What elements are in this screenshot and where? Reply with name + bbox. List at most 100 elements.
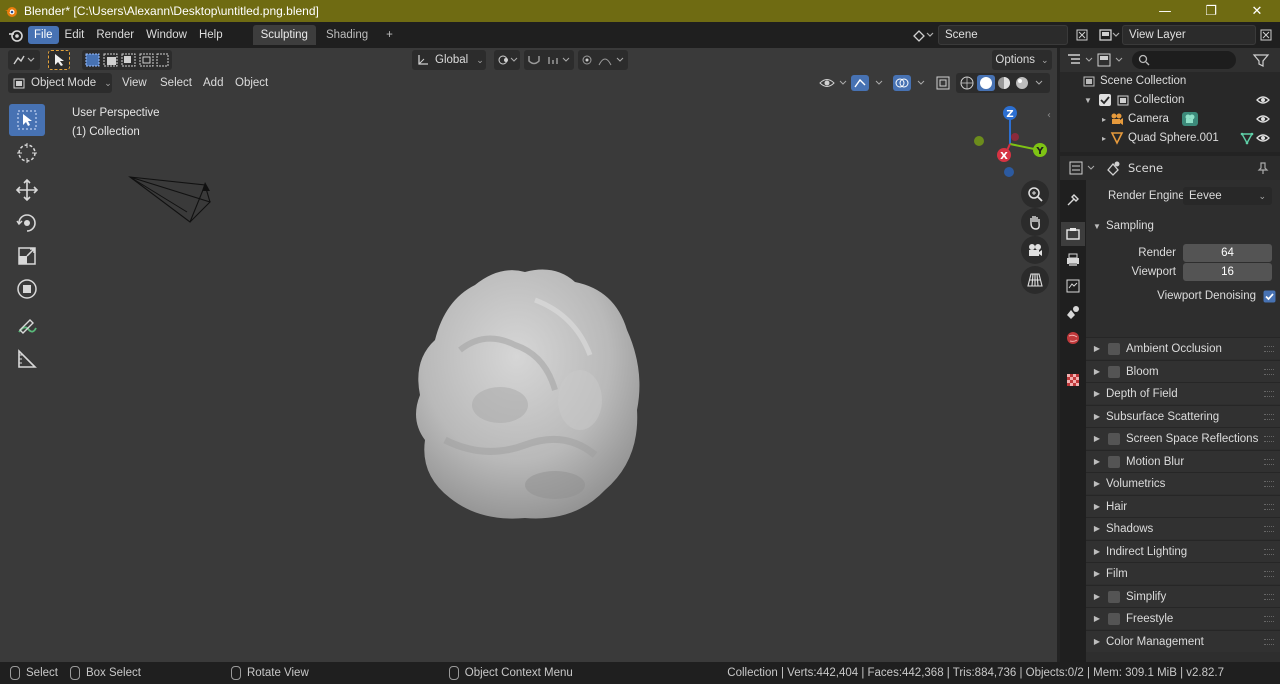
annotate-tool[interactable] <box>9 310 45 342</box>
scene-field[interactable]: Scene <box>938 25 1068 45</box>
measure-tool[interactable] <box>9 343 45 375</box>
close-button[interactable]: ✕ <box>1234 0 1280 22</box>
blender-menu-icon[interactable] <box>8 27 24 43</box>
menu-view[interactable]: View <box>116 75 153 91</box>
drag-grip-icon[interactable] <box>1264 594 1274 600</box>
3d-viewport[interactable]: Global ⌄ Options ⌄ Object Mode ⌄ View Se… <box>0 48 1057 662</box>
ortho-toggle-button[interactable] <box>1021 266 1049 294</box>
drag-grip-icon[interactable] <box>1264 414 1274 420</box>
panel-header[interactable]: ▶ Depth of Field <box>1086 382 1280 404</box>
object-mode-dropdown[interactable]: Object Mode ⌄ <box>8 73 112 93</box>
panel-header[interactable]: ▶ Volumetrics <box>1086 472 1280 494</box>
outliner-editor-type-icon[interactable] <box>1066 52 1096 68</box>
panel-header[interactable]: ▶ Film <box>1086 562 1280 584</box>
outliner-search-input[interactable] <box>1132 51 1236 69</box>
pivot-point-button[interactable] <box>494 50 520 70</box>
drag-grip-icon[interactable] <box>1264 346 1274 352</box>
viewport-denoising-row[interactable]: Viewport Denoising <box>1086 286 1280 306</box>
pan-button[interactable] <box>1021 208 1049 236</box>
menu-window[interactable]: Window <box>140 26 193 44</box>
outliner-row-quad-sphere[interactable]: ▸ Quad Sphere.001 <box>1060 129 1280 147</box>
menu-object[interactable]: Object <box>229 75 274 91</box>
drag-grip-icon[interactable] <box>1264 571 1274 577</box>
tab-tool[interactable] <box>1061 188 1085 212</box>
panel-enable-checkbox[interactable] <box>1108 342 1120 355</box>
zoom-button[interactable] <box>1021 180 1049 208</box>
tab-scene[interactable] <box>1061 300 1085 324</box>
menu-edit[interactable]: Edit <box>59 26 91 44</box>
rotate-tool[interactable] <box>9 207 45 239</box>
tab-texture[interactable] <box>1061 368 1085 392</box>
panel-header[interactable]: ▶ Color Management <box>1086 630 1280 652</box>
select-mode-icons[interactable] <box>84 52 170 68</box>
visibility-eye-icon[interactable] <box>1256 113 1270 125</box>
drag-grip-icon[interactable] <box>1264 391 1274 397</box>
snapping-group[interactable] <box>524 50 574 70</box>
remove-scene-icon[interactable] <box>1074 27 1090 43</box>
visibility-eye-icon[interactable] <box>1256 94 1270 106</box>
scale-tool[interactable] <box>9 240 45 272</box>
remove-view-layer-icon[interactable] <box>1258 27 1274 43</box>
panel-enable-checkbox[interactable] <box>1108 590 1120 603</box>
maximize-button[interactable]: ❐ <box>1188 0 1234 22</box>
shading-mode-group[interactable] <box>956 73 1050 93</box>
panel-header[interactable]: ▶ Freestyle <box>1086 607 1280 629</box>
transform-tool[interactable] <box>9 273 45 305</box>
viewport-samples-field[interactable]: 16 <box>1183 263 1272 281</box>
panel-header[interactable]: ▶ Screen Space Reflections <box>1086 427 1280 449</box>
expand-triangle-icon[interactable]: ▸ <box>1102 134 1106 143</box>
scene-selector-icon[interactable] <box>912 27 934 43</box>
selection-tool-button[interactable] <box>48 50 70 70</box>
editor-type-button[interactable] <box>8 50 40 70</box>
panel-header[interactable]: ▶ Bloom <box>1086 360 1280 382</box>
drag-grip-icon[interactable] <box>1264 481 1274 487</box>
tab-world[interactable] <box>1061 326 1085 350</box>
panel-header[interactable]: ▶ Indirect Lighting <box>1086 540 1280 562</box>
move-tool[interactable] <box>9 174 45 206</box>
panel-header[interactable]: ▶ Hair <box>1086 495 1280 517</box>
pin-icon[interactable] <box>1256 161 1270 175</box>
visibility-selectability-icon[interactable] <box>818 74 848 92</box>
panel-sampling-header[interactable]: ▼ Sampling <box>1086 215 1280 237</box>
menu-help[interactable]: Help <box>193 26 229 44</box>
menu-add[interactable]: Add <box>197 75 229 91</box>
panel-header[interactable]: ▶ Simplify <box>1086 585 1280 607</box>
panel-header[interactable]: ▶ Subsurface Scattering <box>1086 405 1280 427</box>
menu-file[interactable]: File <box>28 26 59 44</box>
menu-select[interactable]: Select <box>154 75 198 91</box>
expand-triangle-icon[interactable]: ▼ <box>1084 96 1092 105</box>
panel-header[interactable]: ▶ Ambient Occlusion <box>1086 337 1280 359</box>
proportional-editing-group[interactable] <box>578 50 628 70</box>
cursor-tool[interactable] <box>9 137 45 169</box>
drag-grip-icon[interactable] <box>1264 459 1274 465</box>
filter-icon[interactable] <box>1252 52 1270 68</box>
camera-view-button[interactable] <box>1021 236 1049 264</box>
panel-enable-checkbox[interactable] <box>1108 455 1120 468</box>
outliner-row-scene-collection[interactable]: Scene Collection <box>1060 72 1280 90</box>
panel-enable-checkbox[interactable] <box>1108 612 1120 625</box>
panel-header[interactable]: ▶ Motion Blur <box>1086 450 1280 472</box>
panel-enable-checkbox[interactable] <box>1108 365 1120 378</box>
tab-view-layer[interactable] <box>1061 274 1085 298</box>
view-layer-field[interactable]: View Layer <box>1122 25 1256 45</box>
tab-render[interactable] <box>1061 222 1085 246</box>
camera-object[interactable] <box>125 172 215 228</box>
render-engine-dropdown[interactable]: Eevee ⌄ <box>1183 187 1272 205</box>
drag-grip-icon[interactable] <box>1264 369 1274 375</box>
properties-editor-type-icon[interactable] <box>1068 160 1098 176</box>
tab-output[interactable] <box>1061 248 1085 272</box>
drag-grip-icon[interactable] <box>1264 639 1274 645</box>
xray-toggle-icon[interactable] <box>934 74 954 92</box>
outliner-row-collection[interactable]: ▼ Collection <box>1060 91 1280 109</box>
viewport-denoising-checkbox[interactable] <box>1263 290 1276 303</box>
sidebar-toggle-chevron-icon[interactable]: ‹ <box>1047 110 1051 121</box>
visibility-eye-icon[interactable] <box>1256 132 1270 144</box>
overlay-toggle-icon[interactable] <box>892 74 928 92</box>
render-samples-field[interactable]: 64 <box>1183 244 1272 262</box>
drag-grip-icon[interactable] <box>1264 436 1274 442</box>
select-box-tool[interactable] <box>9 104 45 136</box>
include-checkbox-icon[interactable] <box>1098 93 1112 107</box>
tab-sculpting[interactable]: Sculpting <box>252 25 316 45</box>
navigation-gizmo[interactable]: Z Y X <box>965 104 1055 184</box>
add-workspace-button[interactable]: + <box>378 25 401 45</box>
